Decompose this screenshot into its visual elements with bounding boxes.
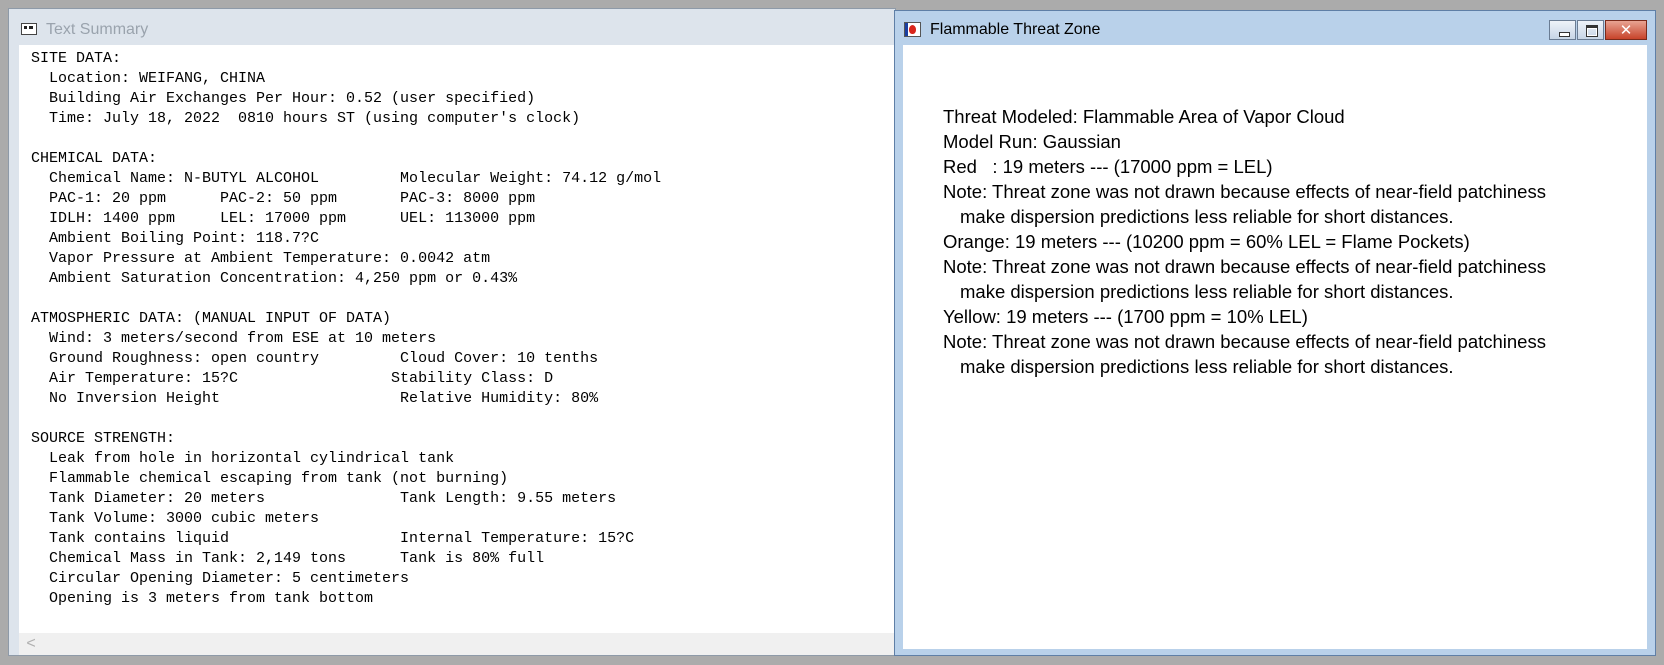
- summary-line: PAC-1: 20 ppm PAC-2: 50 ppm PAC-3: 8000 …: [31, 190, 536, 207]
- horizontal-scrollbar[interactable]: <: [19, 633, 896, 655]
- summary-line: No Inversion Height Relative Humidity: 8…: [31, 390, 599, 407]
- summary-line: Chemical Mass in Tank: 2,149 tons Tank i…: [31, 550, 545, 567]
- minimize-icon: [1559, 32, 1570, 37]
- threat-line: Red : 19 meters --- (17000 ppm = LEL): [943, 156, 1273, 177]
- flame-icon: [904, 22, 921, 37]
- summary-line: Leak from hole in horizontal cylindrical…: [31, 450, 455, 467]
- text-summary-content[interactable]: SITE DATA: Location: WEIFANG, CHINA Buil…: [19, 45, 896, 633]
- close-icon: ✕: [1619, 21, 1633, 39]
- text-summary-title: Text Summary: [46, 21, 149, 38]
- summary-line: IDLH: 1400 ppm LEL: 17000 ppm UEL: 11300…: [31, 210, 536, 227]
- summary-line: Flammable chemical escaping from tank (n…: [31, 470, 509, 487]
- threat-line: Note: Threat zone was not drawn because …: [943, 181, 1546, 202]
- threat-summary-text: Threat Modeled: Flammable Area of Vapor …: [943, 104, 1546, 379]
- summary-line: Tank Volume: 3000 cubic meters: [31, 510, 320, 527]
- threat-line: make dispersion predictions less reliabl…: [960, 281, 1454, 302]
- threat-line: Note: Threat zone was not drawn because …: [943, 256, 1546, 277]
- summary-line: Opening is 3 meters from tank bottom: [31, 590, 374, 607]
- threat-line: Note: Threat zone was not drawn because …: [943, 331, 1546, 352]
- text-summary-titlebar[interactable]: Text Summary: [9, 9, 895, 45]
- scroll-left-icon[interactable]: <: [23, 634, 39, 654]
- document-icon: [21, 23, 37, 35]
- threat-line: Model Run: Gaussian: [943, 131, 1121, 152]
- summary-line: Location: WEIFANG, CHINA: [31, 70, 266, 87]
- summary-line: SITE DATA:: [31, 50, 122, 67]
- caption-buttons: ✕: [1548, 20, 1647, 40]
- threat-zone-content[interactable]: Threat Modeled: Flammable Area of Vapor …: [903, 45, 1647, 649]
- summary-line: Ambient Saturation Concentration: 4,250 …: [31, 270, 518, 287]
- summary-line: ATMOSPHERIC DATA: (MANUAL INPUT OF DATA): [31, 310, 392, 327]
- threat-zone-titlebar[interactable]: Flammable Threat Zone ✕: [895, 11, 1655, 45]
- threat-line: make dispersion predictions less reliabl…: [960, 206, 1454, 227]
- summary-line: Ground Roughness: open country Cloud Cov…: [31, 350, 599, 367]
- summary-line: SOURCE STRENGTH:: [31, 430, 176, 447]
- summary-line: Circular Opening Diameter: 5 centimeters: [31, 570, 410, 587]
- flammable-threat-zone-window[interactable]: Flammable Threat Zone ✕ Threat Modeled: …: [894, 10, 1656, 656]
- summary-line: Building Air Exchanges Per Hour: 0.52 (u…: [31, 90, 536, 107]
- threat-zone-title: Flammable Threat Zone: [930, 21, 1101, 38]
- summary-line: Vapor Pressure at Ambient Temperature: 0…: [31, 250, 491, 267]
- close-button[interactable]: ✕: [1605, 20, 1647, 40]
- threat-line: make dispersion predictions less reliabl…: [960, 356, 1454, 377]
- summary-line: Wind: 3 meters/second from ESE at 10 met…: [31, 330, 437, 347]
- summary-line: Chemical Name: N-BUTYL ALCOHOL Molecular…: [31, 170, 662, 187]
- threat-line: Orange: 19 meters --- (10200 ppm = 60% L…: [943, 231, 1470, 252]
- text-summary-window[interactable]: Text Summary SITE DATA: Location: WEIFAN…: [8, 8, 896, 656]
- summary-line: Tank contains liquid Internal Temperatur…: [31, 530, 635, 547]
- summary-line: CHEMICAL DATA:: [31, 150, 158, 167]
- maximize-icon: [1586, 25, 1598, 37]
- summary-line: Ambient Boiling Point: 118.7?C: [31, 230, 320, 247]
- threat-line: Threat Modeled: Flammable Area of Vapor …: [943, 106, 1345, 127]
- maximize-button[interactable]: [1577, 20, 1604, 40]
- summary-line: Time: July 18, 2022 0810 hours ST (using…: [31, 110, 581, 127]
- summary-line: Air Temperature: 15?C Stability Class: D: [31, 370, 554, 387]
- minimize-button[interactable]: [1549, 20, 1576, 40]
- summary-line: Tank Diameter: 20 meters Tank Length: 9.…: [31, 490, 617, 507]
- threat-line: Yellow: 19 meters --- (1700 ppm = 10% LE…: [943, 306, 1308, 327]
- summary-text-block: SITE DATA: Location: WEIFANG, CHINA Buil…: [19, 45, 896, 609]
